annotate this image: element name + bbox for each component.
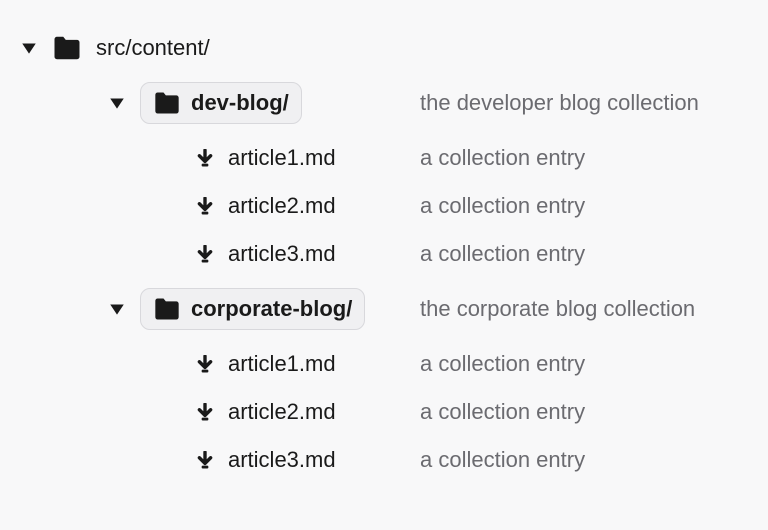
folder-icon [52,33,82,63]
file-label: article1.md [228,145,336,171]
download-arrow-icon [196,403,214,421]
tree-row-name: article3.md [20,241,420,267]
folder-label: corporate-blog/ [191,296,352,322]
folder-description: the corporate blog collection [420,296,695,322]
tree-row-name: src/content/ [20,33,420,63]
folder-icon [153,295,181,323]
file-description: a collection entry [420,193,585,219]
file-label: article2.md [228,193,336,219]
tree-row-name: dev-blog/ [20,82,420,124]
file-description: a collection entry [420,145,585,171]
tree-row-folder: corporate-blog/ the corporate blog colle… [20,278,748,340]
tree-row-file: article2.md a collection entry [20,388,748,436]
disclosure-triangle-icon[interactable] [108,300,126,318]
download-arrow-icon [196,245,214,263]
tree-row-name: article2.md [20,399,420,425]
file-description: a collection entry [420,351,585,377]
disclosure-triangle-icon[interactable] [20,39,38,57]
folder-label: dev-blog/ [191,90,289,116]
tree-row-file: article3.md a collection entry [20,436,748,484]
folder-description: the developer blog collection [420,90,699,116]
file-label: article2.md [228,399,336,425]
tree-row-name: article3.md [20,447,420,473]
folder-chip[interactable]: corporate-blog/ [140,288,365,330]
download-arrow-icon [196,355,214,373]
file-label: article1.md [228,351,336,377]
folder-icon [153,89,181,117]
tree-row-name: corporate-blog/ [20,288,420,330]
tree-row-file: article1.md a collection entry [20,134,748,182]
tree-row-folder: dev-blog/ the developer blog collection [20,72,748,134]
file-label: article3.md [228,447,336,473]
folder-chip[interactable]: dev-blog/ [140,82,302,124]
tree-row-file: article3.md a collection entry [20,230,748,278]
download-arrow-icon [196,197,214,215]
file-description: a collection entry [420,399,585,425]
tree-row-root: src/content/ [20,24,748,72]
tree-row-name: article1.md [20,145,420,171]
tree-row-name: article1.md [20,351,420,377]
download-arrow-icon [196,149,214,167]
download-arrow-icon [196,451,214,469]
tree-row-name: article2.md [20,193,420,219]
file-description: a collection entry [420,241,585,267]
file-label: article3.md [228,241,336,267]
file-description: a collection entry [420,447,585,473]
root-label: src/content/ [96,35,210,61]
disclosure-triangle-icon[interactable] [108,94,126,112]
tree-row-file: article2.md a collection entry [20,182,748,230]
tree-row-file: article1.md a collection entry [20,340,748,388]
